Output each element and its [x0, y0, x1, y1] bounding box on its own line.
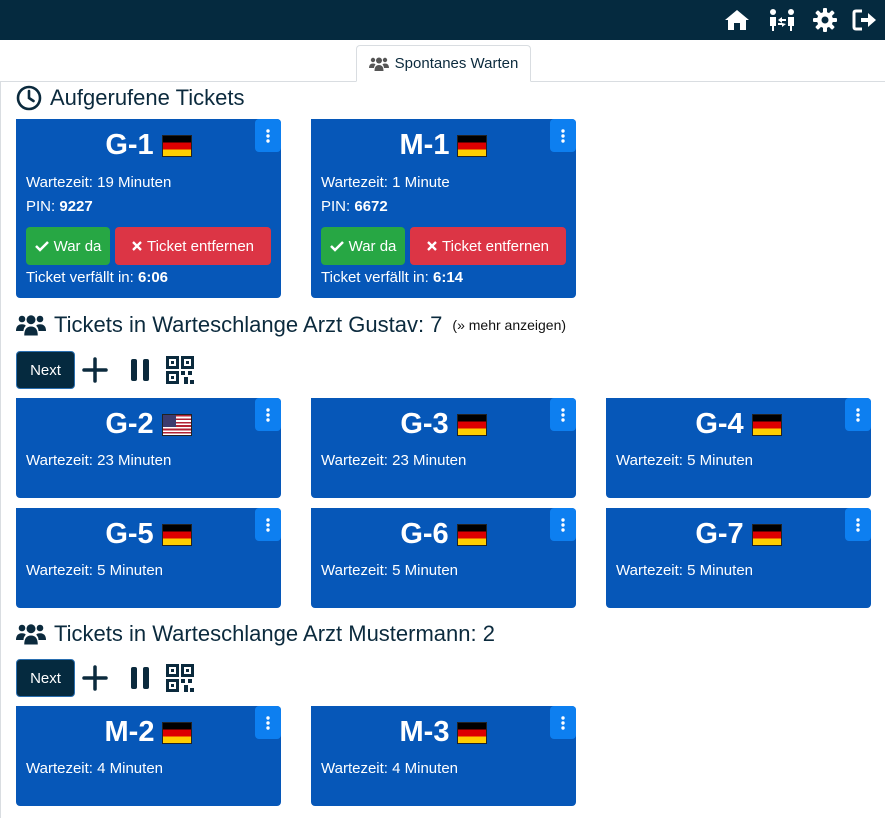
qr-code-icon[interactable]	[160, 659, 200, 697]
us-flag-icon	[161, 413, 192, 436]
ticket-number: M-1	[399, 129, 450, 161]
queue-ticket-card: G-7 Wartezeit: 5 Minuten	[606, 508, 871, 608]
gear-icon[interactable]	[812, 8, 838, 32]
pause-icon[interactable]	[125, 659, 155, 697]
ticket-header: G-6	[311, 518, 576, 551]
pause-icon[interactable]	[125, 351, 155, 389]
ticket-wait-time: Wartezeit: 19 Minuten	[26, 174, 172, 191]
next-button[interactable]: Next	[16, 351, 75, 389]
ticket-number: M-2	[104, 716, 155, 748]
german-flag-icon	[161, 134, 192, 157]
ticket-header: G-4	[606, 408, 871, 441]
top-navbar	[0, 0, 885, 40]
german-flag-icon	[456, 523, 487, 546]
ticket-header: G-5	[16, 518, 281, 551]
ticket-wait-time: Wartezeit: 4 Minuten	[26, 760, 163, 777]
check-icon	[329, 241, 344, 252]
ticket-number: G-2	[105, 408, 154, 440]
was-there-button[interactable]: War da	[26, 227, 110, 265]
german-flag-icon	[161, 523, 192, 546]
tab-label: Spontanes Warten	[394, 55, 519, 72]
remove-ticket-button[interactable]: Ticket entfernen	[115, 227, 271, 265]
ticket-pin: PIN: 9227	[26, 198, 93, 215]
clock-icon	[16, 85, 42, 111]
queue-mustermann-heading: Tickets in Warteschlange Arzt Mustermann…	[16, 621, 495, 647]
queue-ticket-card: M-2 Wartezeit: 4 Minuten	[16, 706, 281, 806]
queue-ticket-card: M-3 Wartezeit: 4 Minuten	[311, 706, 576, 806]
ticket-header: G-1	[16, 129, 281, 162]
ticket-header: M-2	[16, 716, 281, 749]
remove-ticket-button[interactable]: Ticket entfernen	[410, 227, 566, 265]
ticket-number: G-3	[400, 408, 449, 440]
people-arrows-icon[interactable]	[767, 8, 797, 32]
german-flag-icon	[457, 134, 488, 157]
expiry-value: 6:14	[432, 269, 464, 286]
pin-value: 9227	[59, 198, 93, 215]
ticket-number: M-3	[399, 716, 450, 748]
plus-icon[interactable]	[75, 659, 115, 697]
ticket-actions: War da Ticket entfernen	[26, 227, 271, 265]
ticket-wait-time: Wartezeit: 4 Minuten	[321, 760, 458, 777]
german-flag-icon	[456, 413, 487, 436]
ticket-pin: PIN: 6672	[321, 198, 388, 215]
ticket-header: G-7	[606, 518, 871, 551]
ticket-header: G-2	[16, 408, 281, 441]
queue-ticket-card: G-6 Wartezeit: 5 Minuten	[311, 508, 576, 608]
queue-gustav-heading: Tickets in Warteschlange Arzt Gustav: 7 …	[16, 312, 566, 338]
qr-code-icon[interactable]	[160, 351, 200, 389]
ticket-wait-time: Wartezeit: 1 Minute	[321, 174, 450, 191]
queue-mustermann-controls: Next	[16, 659, 200, 697]
ticket-wait-time: Wartezeit: 5 Minuten	[321, 562, 458, 579]
german-flag-icon	[457, 721, 488, 744]
german-flag-icon	[751, 523, 782, 546]
ticket-header: M-3	[311, 716, 576, 749]
queue-ticket-card: G-5 Wartezeit: 5 Minuten	[16, 508, 281, 608]
ticket-number: G-4	[695, 408, 744, 440]
ticket-number: G-7	[695, 518, 744, 550]
ticket-actions: War da Ticket entfernen	[321, 227, 566, 265]
next-button[interactable]: Next	[16, 659, 75, 697]
called-ticket-card: M-1 Wartezeit: 1 Minute PIN: 6672 War da…	[311, 119, 576, 298]
ticket-wait-time: Wartezeit: 23 Minuten	[321, 452, 467, 469]
content-border	[0, 82, 1, 818]
ticket-expiry: Ticket verfällt in: 6:06	[26, 269, 169, 286]
ticket-wait-time: Wartezeit: 5 Minuten	[616, 452, 753, 469]
x-icon	[132, 241, 142, 251]
expiry-value: 6:06	[137, 269, 169, 286]
was-there-button[interactable]: War da	[321, 227, 405, 265]
ticket-wait-time: Wartezeit: 23 Minuten	[26, 452, 172, 469]
called-ticket-card: G-1 Wartezeit: 19 Minuten PIN: 9227 War …	[16, 119, 281, 298]
users-icon	[368, 57, 389, 71]
show-more-link[interactable]: (» mehr anzeigen)	[452, 317, 566, 333]
ticket-number: G-1	[105, 129, 154, 161]
ticket-expiry: Ticket verfällt in: 6:14	[321, 269, 464, 286]
ticket-wait-time: Wartezeit: 5 Minuten	[26, 562, 163, 579]
users-icon	[16, 315, 46, 336]
german-flag-icon	[162, 721, 193, 744]
tab-bar: Spontanes Warten	[0, 40, 885, 82]
queue-ticket-card: G-3 Wartezeit: 23 Minuten	[311, 398, 576, 498]
ticket-header: G-3	[311, 408, 576, 441]
ticket-header: M-1	[311, 129, 576, 162]
queue-ticket-card: G-2 Wartezeit: 23 Minuten	[16, 398, 281, 498]
plus-icon[interactable]	[75, 351, 115, 389]
queue-gustav-controls: Next	[16, 351, 200, 389]
ticket-number: G-6	[400, 518, 449, 550]
ticket-wait-time: Wartezeit: 5 Minuten	[616, 562, 753, 579]
pin-value: 6672	[354, 198, 388, 215]
sign-out-icon[interactable]	[852, 8, 878, 32]
users-icon	[16, 624, 46, 645]
check-icon	[34, 241, 49, 252]
home-icon[interactable]	[724, 8, 750, 32]
ticket-number: G-5	[105, 518, 154, 550]
called-tickets-heading: Aufgerufene Tickets	[16, 85, 244, 111]
queue-ticket-card: G-4 Wartezeit: 5 Minuten	[606, 398, 871, 498]
x-icon	[427, 241, 437, 251]
german-flag-icon	[751, 413, 782, 436]
tab-spontanes-warten[interactable]: Spontanes Warten	[356, 45, 531, 82]
